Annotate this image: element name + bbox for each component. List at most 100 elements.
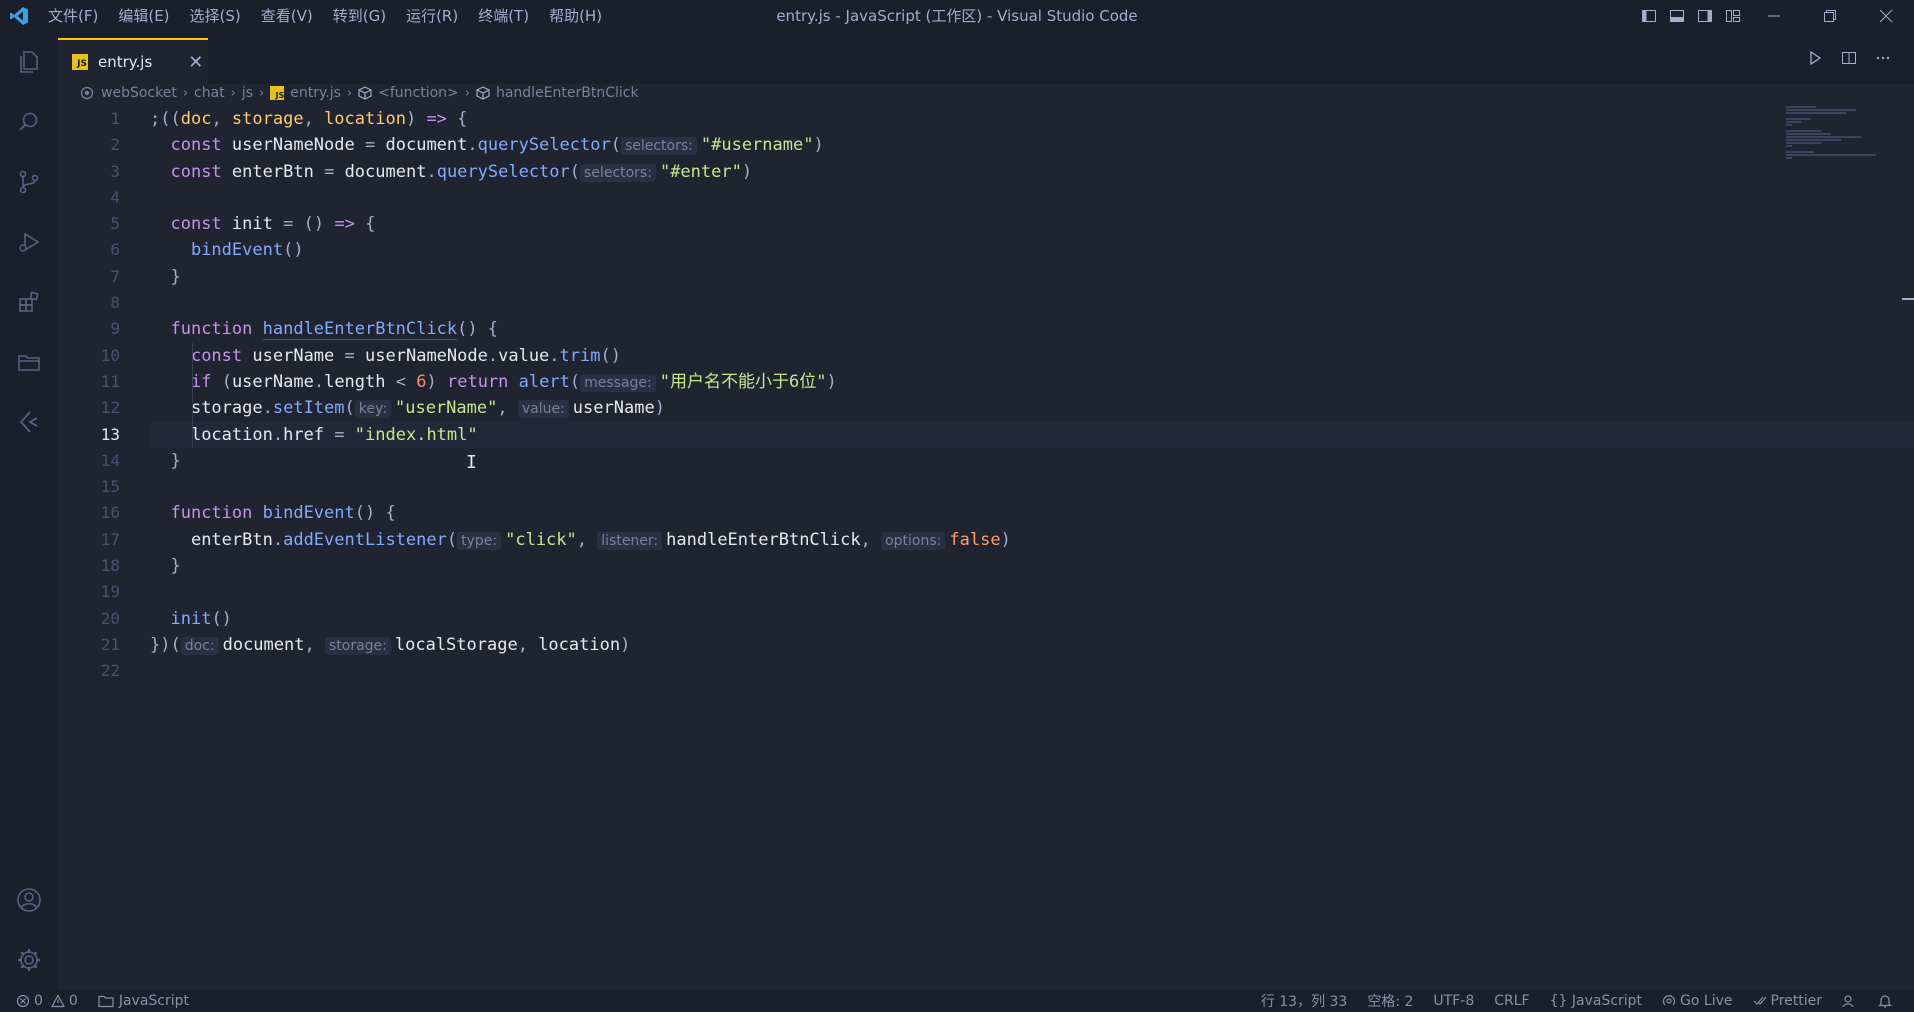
line-number: 9 — [110, 319, 120, 339]
breadcrumb-item[interactable]: handleEnterBtnClick — [476, 85, 639, 101]
code-line: } I — [150, 448, 1850, 474]
breadcrumb-label: webSocket — [101, 85, 177, 101]
minimize-icon[interactable] — [1746, 0, 1802, 32]
line-number: 7 — [110, 266, 120, 286]
code-line: function bindEvent() { — [170, 503, 396, 524]
line-number: 12 — [100, 398, 120, 418]
line-number: 20 — [100, 608, 120, 628]
line-number: 5 — [110, 214, 120, 234]
cursor-position[interactable]: 行 13，列 33 — [1261, 991, 1348, 1011]
code-line: } — [170, 266, 181, 287]
line-number: 14 — [100, 450, 120, 470]
source-control-icon[interactable] — [0, 152, 58, 212]
toggle-secondary-sidebar-icon[interactable] — [1692, 0, 1718, 32]
breadcrumb-label: <function> — [378, 85, 459, 101]
code-line: })(doc: document, storage: localStorage, l… — [150, 634, 631, 655]
menu-selection[interactable]: 选择(S) — [180, 0, 251, 32]
parameter-hint: listener: — [597, 531, 663, 550]
run-debug-icon[interactable] — [0, 212, 58, 272]
breadcrumb-item[interactable]: js — [242, 85, 253, 101]
chevron-right-icon: › — [230, 85, 236, 101]
parameter-hint: options: — [881, 531, 946, 550]
menu-go[interactable]: 转到(G) — [323, 0, 396, 32]
menu-view[interactable]: 查看(V) — [251, 0, 323, 32]
notifications-bell-icon[interactable] — [1878, 994, 1892, 1008]
folder-icon — [98, 995, 114, 1008]
search-icon[interactable] — [0, 92, 58, 152]
folder-icon[interactable] — [0, 332, 58, 392]
line-number: 10 — [100, 345, 120, 365]
account-icon[interactable] — [0, 870, 58, 930]
scrollbar-marker[interactable] — [1902, 298, 1914, 300]
code-line: ;((doc, storage, location) => { — [150, 109, 468, 129]
breadcrumb-item[interactable]: chat — [194, 85, 225, 101]
close-tab-icon[interactable]: ✕ — [188, 52, 203, 73]
breadcrumb-label: entry.js — [290, 85, 341, 101]
chevron-right-icon: › — [259, 85, 265, 101]
remote-explorer-icon[interactable] — [0, 392, 58, 452]
line-number: 6 — [110, 240, 120, 260]
code-line: const init = () => { — [170, 214, 376, 235]
prettier-label: Prettier — [1770, 993, 1823, 1009]
line-ending[interactable]: CRLF — [1494, 993, 1529, 1009]
code-editor[interactable]: 1 2 3 4 5 6 7 8 9 10 11 12 13 14 15 16 1… — [58, 106, 1914, 990]
menu-run[interactable]: 运行(R) — [396, 0, 468, 32]
language-mode[interactable]: {} JavaScript — [1550, 993, 1642, 1009]
more-actions-icon[interactable] — [1866, 41, 1900, 75]
activity-bar — [0, 32, 58, 990]
javascript-file-icon: JS — [72, 54, 88, 70]
line-number: 19 — [100, 582, 120, 602]
explorer-icon[interactable] — [0, 32, 58, 92]
encoding[interactable]: UTF-8 — [1433, 993, 1474, 1009]
indentation[interactable]: 空格: 2 — [1367, 991, 1413, 1011]
breadcrumb-item[interactable]: <function> — [358, 85, 459, 101]
parameter-hint: value: — [517, 400, 569, 419]
feedback-icon[interactable] — [1842, 994, 1858, 1008]
chevron-right-icon: › — [464, 85, 470, 101]
cube-icon — [358, 86, 372, 100]
parameter-hint: type: — [457, 531, 502, 550]
breadcrumb-item[interactable]: JS entry.js — [270, 85, 341, 101]
menu-terminal[interactable]: 终端(T) — [468, 0, 539, 32]
tab-entry-js[interactable]: JS entry.js ✕ — [58, 38, 208, 84]
line-number: 17 — [100, 529, 120, 549]
toggle-panel-icon[interactable] — [1664, 0, 1690, 32]
code-line: } — [170, 556, 181, 577]
close-window-icon[interactable] — [1858, 0, 1914, 32]
warning-icon — [50, 994, 65, 1008]
broadcast-icon — [1662, 995, 1676, 1006]
restore-icon[interactable] — [1802, 0, 1858, 32]
tab-bar: JS entry.js ✕ — [58, 32, 1914, 84]
run-file-icon[interactable] — [1798, 41, 1832, 75]
status-bar: 0 0 JavaScript 行 13，列 33 空格: 2 UTF-8 CRL… — [0, 990, 1914, 1012]
workspace-folder[interactable]: JavaScript — [98, 993, 189, 1009]
parameter-hint: storage: — [324, 636, 391, 655]
go-live-button[interactable]: Go Live — [1662, 993, 1733, 1009]
menu-edit[interactable]: 编辑(E) — [108, 0, 179, 32]
split-editor-icon[interactable] — [1832, 41, 1866, 75]
code-line: const userNameNode = document.querySelec… — [170, 135, 824, 156]
code-line: if (userName.length < 6) return alert(me… — [150, 368, 1850, 396]
breadcrumb-item[interactable]: webSocket — [80, 85, 177, 101]
toggle-sidebar-icon[interactable] — [1636, 0, 1662, 32]
menu-help[interactable]: 帮助(H) — [539, 0, 612, 32]
menu-file[interactable]: 文件(F) — [38, 0, 108, 32]
code-line: storage.setItem(key: "userName", value: us… — [150, 395, 1850, 422]
extensions-icon[interactable] — [0, 272, 58, 332]
minimap[interactable] — [1786, 106, 1886, 166]
code-line: init() — [170, 608, 232, 629]
line-number: 16 — [100, 503, 120, 523]
line-number: 2 — [110, 135, 120, 155]
line-number: 1 — [110, 109, 120, 128]
problems-indicator[interactable]: 0 0 — [16, 993, 78, 1009]
javascript-file-icon: JS — [270, 86, 285, 100]
customize-layout-icon[interactable] — [1720, 0, 1746, 32]
prettier-status[interactable]: Prettier — [1753, 993, 1823, 1009]
gear-icon[interactable] — [0, 930, 58, 990]
chevron-right-icon: › — [182, 85, 189, 101]
breadcrumb-label: handleEnterBtnClick — [495, 85, 639, 101]
line-numbers: 1 2 3 4 5 6 7 8 9 10 11 12 13 14 15 16 1… — [58, 106, 120, 685]
